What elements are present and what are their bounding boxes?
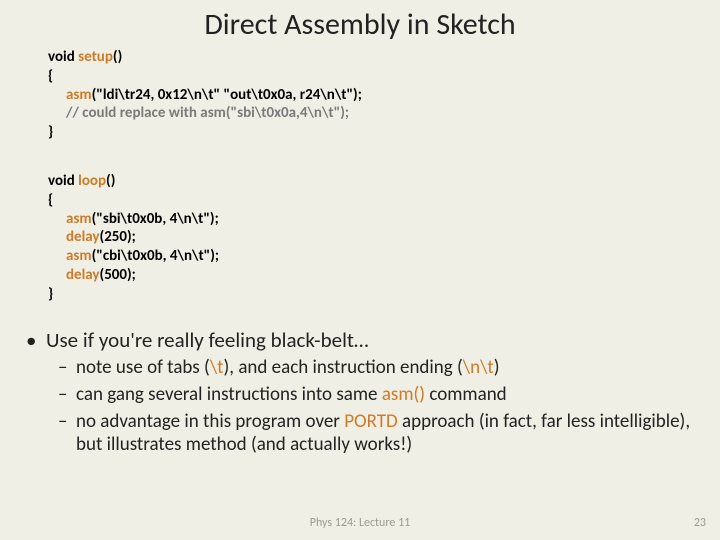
code-fn: setup — [78, 48, 113, 66]
code-comment: // could replace with asm("sbi\t0x0a,4\n… — [48, 104, 362, 123]
code-text: ("sbi\t0x0b, 4\n\t"); — [92, 210, 219, 228]
code-brace: } — [48, 123, 53, 141]
code-text: ("ldi\tr24, 0x12\n\t" "out\t0x0a, r24\n\… — [92, 86, 362, 104]
code-line: asm("ldi\tr24, 0x12\n\t" "out\t0x0a, r24… — [48, 86, 362, 105]
text: note use of tabs ( — [76, 356, 210, 379]
code-fn: asm — [66, 86, 92, 104]
code-fn: delay — [66, 228, 100, 246]
text-accent: \n\t — [463, 356, 494, 379]
code-fn: asm — [66, 247, 92, 265]
code-text: void — [48, 48, 78, 66]
code-fn: asm — [66, 210, 92, 228]
code-text: ("cbi\t0x0b, 4\n\t"); — [92, 247, 219, 265]
code-setup-block: void setup() { asm("ldi\tr24, 0x12\n\t" … — [48, 48, 362, 142]
bullet-list: Use if you're really feeling black-belt…… — [18, 328, 702, 456]
code-brace: { — [48, 67, 53, 85]
page-number: 23 — [694, 516, 706, 530]
code-line: asm("cbi\t0x0b, 4\n\t"); — [48, 247, 219, 266]
code-text: () — [106, 172, 115, 190]
code-text: (250); — [100, 228, 136, 246]
code-brace: { — [48, 191, 53, 209]
list-item: Use if you're really feeling black-belt… — [18, 328, 702, 353]
footer-text: Phys 124: Lecture 11 — [0, 516, 720, 530]
text-accent: asm() — [382, 383, 425, 406]
code-fn: loop — [78, 172, 106, 190]
text: can gang several instructions into same — [76, 383, 382, 406]
list-item: note use of tabs (\t), and each instruct… — [18, 357, 702, 380]
text-accent: PORTD — [344, 410, 397, 433]
code-fn: delay — [66, 266, 100, 284]
code-line: delay(500); — [48, 266, 219, 285]
code-loop-block: void loop() { asm("sbi\t0x0b, 4\n\t"); d… — [48, 172, 219, 303]
slide-title: Direct Assembly in Sketch — [0, 6, 720, 43]
text-accent: \t — [210, 356, 224, 379]
code-line: asm("sbi\t0x0b, 4\n\t"); — [48, 210, 219, 229]
code-text: (500); — [100, 266, 136, 284]
list-item: no advantage in this program over PORTD … — [18, 411, 702, 457]
code-text: () — [113, 48, 122, 66]
text: ), and each instruction ending ( — [224, 356, 463, 379]
text: ) — [494, 356, 500, 379]
code-text: void — [48, 172, 78, 190]
list-item: can gang several instructions into same … — [18, 384, 702, 407]
code-brace: } — [48, 285, 53, 303]
text: no advantage in this program over — [76, 410, 344, 433]
code-line: delay(250); — [48, 228, 219, 247]
text: command — [425, 383, 507, 406]
